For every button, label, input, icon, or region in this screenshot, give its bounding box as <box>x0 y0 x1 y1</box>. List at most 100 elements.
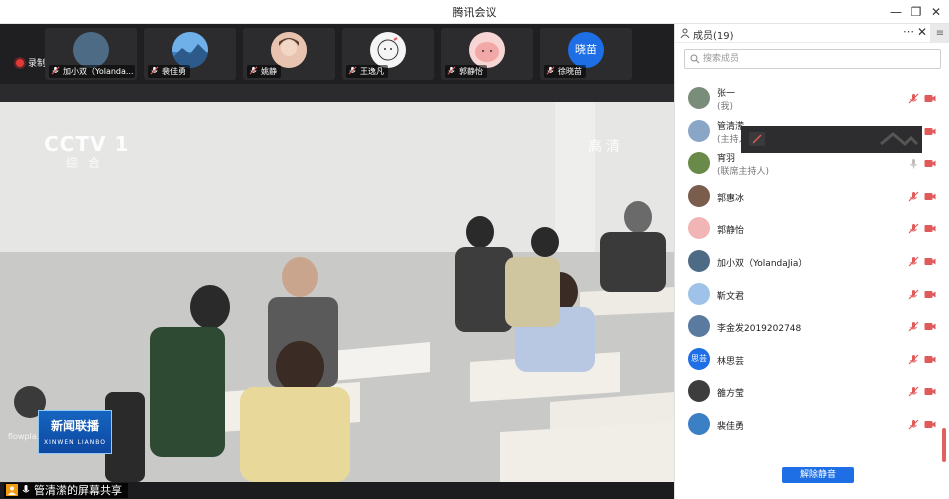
share-label-text: 管清潆的屏幕共享 <box>34 484 122 497</box>
avatar <box>271 32 307 68</box>
record-icon <box>16 59 24 67</box>
member-row[interactable]: 裴佳勇 <box>675 409 937 441</box>
avatar <box>172 32 208 68</box>
more-options-icon[interactable]: ⋯ <box>903 25 914 38</box>
participant-tile[interactable]: 晓苗 徐晓苗 <box>540 28 632 80</box>
participant-name: 裴佳勇 <box>148 65 190 78</box>
participant-tile[interactable]: 王逸凡 <box>342 28 434 80</box>
avatar <box>688 282 710 305</box>
mic-muted-icon <box>150 66 159 75</box>
participant-tile[interactable]: 裴佳勇 <box>144 28 236 80</box>
mic-muted-icon <box>546 66 555 75</box>
avatar: 思芸 <box>688 347 710 370</box>
participant-name: 姚静 <box>247 65 281 78</box>
members-panel: 成员(19) ⋯ ✕ ≡ 搜索成员 张一 (我) 管清潆 (主持人) 宵羽 (联席主持人)… <box>674 24 949 499</box>
avatar <box>688 413 710 435</box>
camera-off-icon[interactable] <box>924 290 936 299</box>
meeting-window: 腾讯会议 — ❐ ✕ 录制中 加小双（Yolanda... 裴佳勇 姚静 王逸凡… <box>0 0 949 499</box>
participant-tile[interactable]: 郭静怡 <box>441 28 533 80</box>
close-panel-icon[interactable]: ✕ <box>917 25 927 39</box>
member-name: 加小双（YolandaJia） <box>717 259 808 269</box>
unmute-all-button[interactable]: 解除静音 <box>782 467 854 483</box>
participant-name: 王逸凡 <box>346 65 388 78</box>
camera-off-icon[interactable] <box>924 159 936 168</box>
avatar <box>73 32 109 68</box>
news-logo-cn: 新闻联播 <box>50 419 99 433</box>
avatar <box>688 250 710 272</box>
avatar <box>688 315 710 338</box>
search-placeholder: 搜索成员 <box>703 54 740 64</box>
camera-off-icon[interactable] <box>924 192 936 201</box>
member-row[interactable]: 郭惠冰 <box>675 181 937 213</box>
members-title: 成员(19) <box>693 31 734 42</box>
avatar <box>688 87 710 109</box>
member-row[interactable]: 郭静怡 <box>675 213 937 245</box>
member-name: 雒方莹 <box>717 389 745 400</box>
member-name: 张一 <box>717 89 736 99</box>
quality-badge: 高清 <box>588 139 624 155</box>
participant-name: 徐晓苗 <box>544 65 586 78</box>
member-name: 宵羽 <box>717 154 736 165</box>
avatar <box>688 184 710 207</box>
camera-off-icon[interactable] <box>924 257 936 266</box>
member-name: 裴佳勇 <box>717 422 745 432</box>
participant-tile[interactable]: 姚静 <box>243 28 335 80</box>
member-name: 管清潆 <box>717 121 745 132</box>
mic-muted-icon[interactable] <box>908 191 919 202</box>
shared-screen-video[interactable]: CCTV 1 综合 高清 flowpla... 新闻联播 XINWEN LIAN… <box>0 102 674 482</box>
camera-off-icon[interactable] <box>924 355 936 364</box>
screen-share-label[interactable]: 管清潆的屏幕共享 <box>4 483 128 498</box>
mic-muted-icon <box>249 66 258 75</box>
avatar <box>469 32 505 68</box>
participant-strip: 录制中 加小双（Yolanda... 裴佳勇 姚静 王逸凡 郭静怡 晓苗 徐晓苗 <box>0 24 674 84</box>
camera-off-icon[interactable] <box>924 420 936 429</box>
member-name: 林思芸 <box>717 356 745 367</box>
window-title: 腾讯会议 <box>452 6 497 19</box>
scrollbar[interactable] <box>942 428 946 462</box>
close-button[interactable]: ✕ <box>927 3 945 21</box>
channel-logo: CCTV 1 <box>44 132 130 156</box>
member-name: 靳文君 <box>717 291 745 302</box>
mic-muted-icon[interactable] <box>908 354 919 365</box>
main-area: 录制中 加小双（Yolanda... 裴佳勇 姚静 王逸凡 郭静怡 晓苗 徐晓苗… <box>0 24 674 499</box>
mic-muted-icon <box>447 66 456 75</box>
mic-muted-icon[interactable] <box>908 386 919 397</box>
camera-off-icon[interactable] <box>924 94 936 103</box>
participant-name: 郭静怡 <box>445 65 487 78</box>
camera-off-icon[interactable] <box>924 387 936 396</box>
mic-muted-icon <box>51 66 60 75</box>
channel-subtitle: 综合 <box>66 156 111 170</box>
avatar <box>688 217 710 240</box>
mic-muted-icon[interactable] <box>908 93 919 104</box>
member-row[interactable]: 靳文君 <box>675 279 937 311</box>
title-bar: 腾讯会议 — ❐ ✕ <box>0 0 949 24</box>
news-logo-en: XINWEN LIANBO <box>44 439 106 446</box>
mic-muted-icon[interactable] <box>908 321 919 332</box>
member-row[interactable]: 雒方莹 <box>675 376 937 408</box>
member-row[interactable]: 加小双（YolandaJia） <box>675 246 937 278</box>
search-members-input[interactable]: 搜索成员 <box>684 49 941 69</box>
mic-muted-icon[interactable] <box>908 419 919 430</box>
floating-overlay <box>741 126 922 153</box>
minimize-button[interactable]: — <box>887 3 905 21</box>
member-row[interactable]: 思芸 林思芸 <box>675 344 937 376</box>
participant-tile[interactable]: 加小双（Yolanda... <box>45 28 137 80</box>
share-bar: 管清潆的屏幕共享 <box>0 482 674 499</box>
mic-muted-icon[interactable] <box>908 256 919 267</box>
member-row[interactable]: 张一 (我) <box>675 83 937 115</box>
camera-off-icon[interactable] <box>924 322 936 331</box>
avatar <box>688 380 710 403</box>
camera-off-icon[interactable] <box>924 224 936 233</box>
mic-icon[interactable] <box>908 158 919 169</box>
restore-button[interactable]: ❐ <box>907 3 925 21</box>
news-program-logo: 新闻联播 XINWEN LIANBO <box>38 410 112 454</box>
member-row[interactable]: 李金发2019202748 <box>675 311 937 343</box>
person-icon <box>680 28 690 38</box>
avatar <box>370 32 406 68</box>
mic-muted-icon[interactable] <box>908 223 919 234</box>
panel-menu-icon[interactable]: ≡ <box>930 24 949 43</box>
mic-muted-icon[interactable] <box>908 289 919 300</box>
camera-off-icon[interactable] <box>924 127 936 136</box>
mic-icon <box>22 485 30 493</box>
participant-name: 加小双（Yolanda... <box>49 65 135 78</box>
